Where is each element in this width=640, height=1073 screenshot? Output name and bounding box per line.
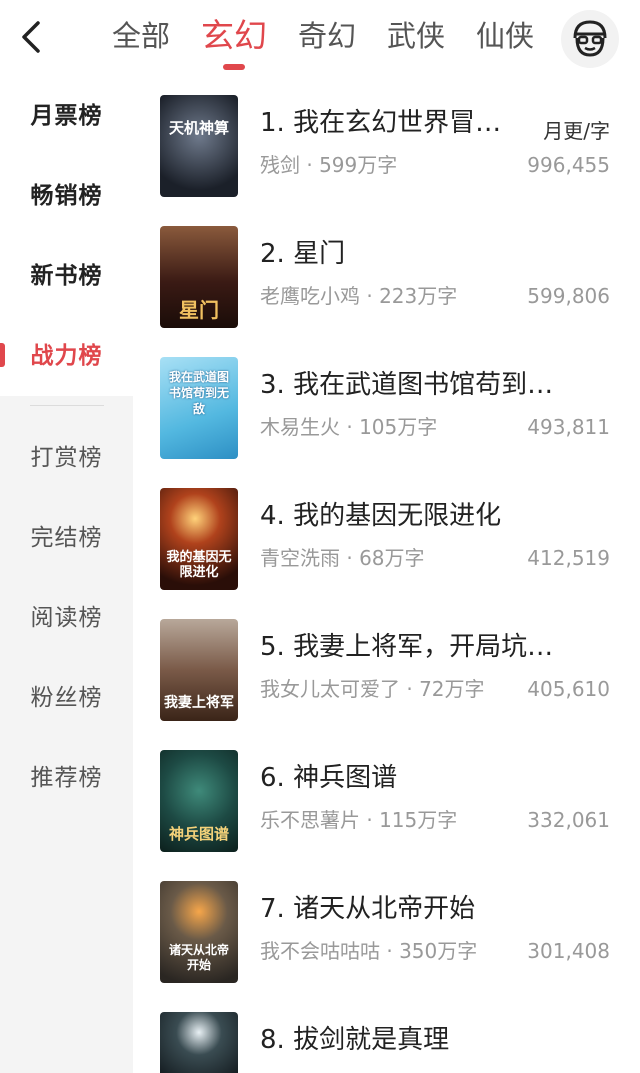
book-author: 木易生火 — [260, 415, 340, 439]
book-meta: 青空洗雨 · 68万字 — [260, 546, 425, 570]
tab-wuxia[interactable]: 武侠 — [387, 14, 445, 64]
book-title: 2. 星门 — [260, 239, 346, 269]
book-title: 3. 我在武道图书馆苟到… — [260, 370, 554, 400]
book-meta: 乐不思薯片 · 115万字 — [260, 808, 458, 832]
book-words: 350万字 — [399, 939, 478, 963]
sidebar-item-bestseller[interactable]: 畅销榜 — [0, 156, 133, 236]
book-cover[interactable]: 星门 — [160, 226, 238, 328]
cover-title: 我在武道图书馆苟到无敌 — [168, 370, 229, 416]
book-meta: 残剑 · 599万字 — [260, 153, 398, 177]
book-author: 老鹰吃小鸡 — [260, 284, 360, 308]
cover-title: 诸天从北帝开始 — [168, 943, 229, 972]
sidebar-item-monthly-ticket[interactable]: 月票榜 — [0, 76, 133, 156]
book-author: 我不会咕咕咕 — [260, 939, 380, 963]
list-item[interactable]: 星门 2. 星门 老鹰吃小鸡 · 223万字 599,806 — [160, 226, 620, 330]
book-value: 301,408 — [527, 939, 610, 963]
book-author: 残剑 — [260, 153, 300, 177]
sidebar-item-reading[interactable]: 阅读榜 — [0, 578, 133, 658]
book-author: 乐不思薯片 — [260, 808, 360, 832]
tab-all[interactable]: 全部 — [112, 14, 170, 64]
book-cover[interactable] — [160, 1012, 238, 1073]
book-words: 599万字 — [319, 153, 398, 177]
book-value: 405,610 — [527, 677, 610, 701]
book-value: 332,061 — [527, 808, 610, 832]
list-item[interactable]: 8. 拔剑就是真理 — [160, 1012, 620, 1073]
book-cover[interactable]: 我的基因无限进化 — [160, 488, 238, 590]
sidebar-item-power[interactable]: 战力榜 — [0, 316, 133, 396]
book-author: 我女儿太可爱了 — [260, 677, 400, 701]
book-value: 493,811 — [527, 415, 610, 439]
book-title: 4. 我的基因无限进化 — [260, 501, 502, 531]
list-item[interactable]: 天机神算 1. 我在玄幻世界冒… 月更/字 残剑 · 599万字 996,455 — [160, 95, 620, 199]
tab-xianxia[interactable]: 仙侠 — [476, 14, 534, 64]
list-item[interactable]: 我在武道图书馆苟到无敌 3. 我在武道图书馆苟到… 木易生火 · 105万字 4… — [160, 357, 620, 461]
sidebar-item-fans[interactable]: 粉丝榜 — [0, 658, 133, 738]
book-cover[interactable]: 诸天从北帝开始 — [160, 881, 238, 983]
book-meta: 我不会咕咕咕 · 350万字 — [260, 939, 478, 963]
category-tabs: 全部 玄幻 奇幻 武侠 仙侠 — [112, 14, 565, 70]
book-words: 105万字 — [359, 415, 438, 439]
book-words: 68万字 — [359, 546, 425, 570]
book-meta: 我女儿太可爱了 · 72万字 — [260, 677, 485, 701]
cover-title: 天机神算 — [168, 119, 229, 137]
book-title: 1. 我在玄幻世界冒… — [260, 108, 502, 138]
book-cover[interactable]: 我在武道图书馆苟到无敌 — [160, 357, 238, 459]
book-cover[interactable]: 天机神算 — [160, 95, 238, 197]
list-item[interactable]: 我妻上将军 5. 我妻上将军，开局坑… 我女儿太可爱了 · 72万字 405,6… — [160, 619, 620, 723]
chevron-left-icon — [22, 21, 40, 53]
cover-title: 我的基因无限进化 — [166, 550, 232, 580]
metric-label: 月更/字 — [543, 119, 610, 143]
book-words: 115万字 — [379, 808, 458, 832]
tab-qihuan[interactable]: 奇幻 — [298, 14, 356, 64]
cover-title: 星门 — [179, 298, 219, 322]
book-cover[interactable]: 我妻上将军 — [160, 619, 238, 721]
cover-title: 神兵图谱 — [168, 825, 229, 843]
sidebar-item-recommend[interactable]: 推荐榜 — [0, 738, 133, 818]
book-value: 599,806 — [527, 284, 610, 308]
sidebar-item-completed[interactable]: 完结榜 — [0, 498, 133, 578]
back-button[interactable] — [14, 18, 48, 56]
sidebar-divider — [30, 405, 104, 406]
book-value: 412,519 — [527, 546, 610, 570]
sidebar-item-new-books[interactable]: 新书榜 — [0, 236, 133, 316]
book-words: 72万字 — [419, 677, 485, 701]
book-title: 5. 我妻上将军，开局坑… — [260, 632, 554, 662]
reader-avatar-icon — [573, 20, 607, 57]
tab-xuanhuan[interactable]: 玄幻 — [201, 14, 267, 70]
book-author: 青空洗雨 — [260, 546, 340, 570]
book-title: 7. 诸天从北帝开始 — [260, 894, 476, 924]
ranking-sidebar: 月票榜 畅销榜 新书榜 战力榜 打赏榜 完结榜 阅读榜 粉丝榜 推荐榜 — [0, 76, 133, 1073]
cover-title: 我妻上将军 — [164, 695, 234, 711]
book-value: 996,455 — [527, 153, 610, 177]
book-meta: 老鹰吃小鸡 · 223万字 — [260, 284, 458, 308]
book-meta: 木易生火 · 105万字 — [260, 415, 438, 439]
avatar[interactable] — [561, 10, 619, 68]
list-item[interactable]: 我的基因无限进化 4. 我的基因无限进化 青空洗雨 · 68万字 412,519 — [160, 488, 620, 592]
book-words: 223万字 — [379, 284, 458, 308]
list-item[interactable]: 神兵图谱 6. 神兵图谱 乐不思薯片 · 115万字 332,061 — [160, 750, 620, 854]
book-title: 8. 拔剑就是真理 — [260, 1025, 450, 1055]
book-title: 6. 神兵图谱 — [260, 763, 398, 793]
list-item[interactable]: 诸天从北帝开始 7. 诸天从北帝开始 我不会咕咕咕 · 350万字 301,40… — [160, 881, 620, 985]
top-bar: 全部 玄幻 奇幻 武侠 仙侠 — [0, 0, 640, 76]
sidebar-item-tips[interactable]: 打赏榜 — [0, 418, 133, 498]
book-cover[interactable]: 神兵图谱 — [160, 750, 238, 852]
